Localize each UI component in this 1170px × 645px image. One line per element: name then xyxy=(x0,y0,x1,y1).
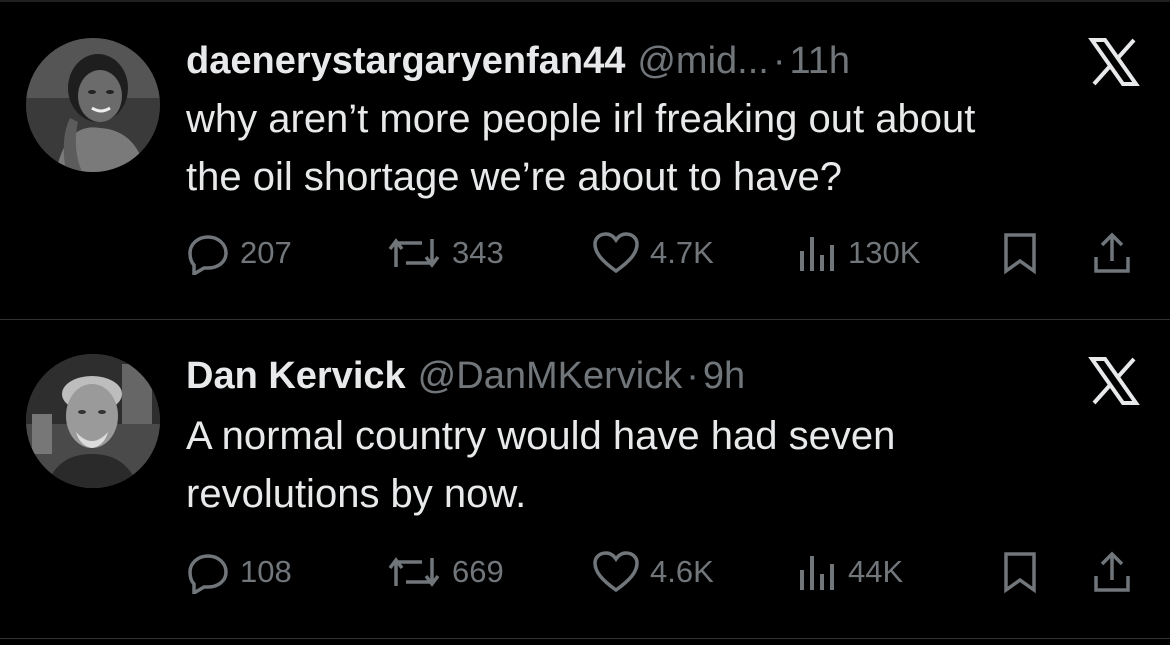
repost-button[interactable]: 669 xyxy=(386,550,504,594)
views-chart-icon xyxy=(800,237,834,271)
like-count: 4.6K xyxy=(650,554,714,589)
share-button[interactable] xyxy=(1090,231,1134,275)
display-name[interactable]: Dan Kervick xyxy=(186,355,406,397)
tweet-text: A normal country would have had seven re… xyxy=(186,414,896,516)
action-bar: 207 343 4.7K 130K xyxy=(186,231,1146,275)
bookmark-icon xyxy=(1004,233,1036,275)
bookmark-button[interactable] xyxy=(998,550,1042,594)
reply-count: 207 xyxy=(240,235,292,270)
like-button[interactable]: 4.7K xyxy=(592,231,714,275)
x-logo-icon xyxy=(1088,357,1140,405)
tweet-divider xyxy=(0,319,1170,320)
like-button[interactable]: 4.6K xyxy=(592,550,714,594)
share-icon xyxy=(1094,232,1130,273)
tweet-header: Dan Kervick @DanMKervick · 9h xyxy=(186,349,745,403)
repost-icon xyxy=(388,238,440,268)
repost-count: 669 xyxy=(452,554,504,589)
views-count: 44K xyxy=(848,554,904,589)
reply-icon xyxy=(188,235,228,275)
bookmark-icon xyxy=(1004,552,1036,594)
user-handle[interactable]: @DanMKervick xyxy=(418,355,683,397)
action-bar: 108 669 4.6K 44K xyxy=(186,550,1146,594)
separator-dot: · xyxy=(686,355,699,397)
avatar-photo xyxy=(26,38,160,172)
repost-count: 343 xyxy=(452,235,504,270)
tweet-card[interactable]: Dan Kervick @DanMKervick · 9h A normal coun… xyxy=(0,321,1170,639)
avatar[interactable] xyxy=(26,38,160,172)
share-button[interactable] xyxy=(1090,550,1134,594)
heart-icon xyxy=(593,551,639,593)
views-chart-icon xyxy=(800,556,834,590)
timestamp[interactable]: 11h xyxy=(789,40,850,82)
timestamp[interactable]: 9h xyxy=(703,355,745,397)
x-logo-icon xyxy=(1088,38,1140,86)
repost-button[interactable]: 343 xyxy=(386,231,504,275)
reply-button[interactable]: 108 xyxy=(186,550,292,594)
tweet-card[interactable]: daenerystargaryenfan44 @mid... · 11h why ar… xyxy=(0,2,1170,320)
reply-count: 108 xyxy=(240,554,292,589)
reply-button[interactable]: 207 xyxy=(186,231,292,275)
bookmark-button[interactable] xyxy=(998,231,1042,275)
heart-icon xyxy=(593,232,639,274)
like-count: 4.7K xyxy=(650,235,714,270)
tweet-divider xyxy=(0,638,1170,639)
avatar-photo xyxy=(26,354,160,488)
display-name[interactable]: daenerystargaryenfan44 xyxy=(186,40,625,82)
views-button[interactable]: 44K xyxy=(794,550,903,594)
avatar[interactable] xyxy=(26,354,160,488)
repost-icon xyxy=(388,557,440,587)
separator-dot: · xyxy=(772,40,786,82)
user-handle[interactable]: @mid... xyxy=(637,40,768,82)
views-button[interactable]: 130K xyxy=(794,231,920,275)
views-count: 130K xyxy=(848,235,921,270)
tweet-header: daenerystargaryenfan44 @mid... · 11h xyxy=(186,34,850,88)
tweet-text: why aren’t more people irl freaking out … xyxy=(186,97,976,199)
reply-icon xyxy=(188,554,228,594)
share-icon xyxy=(1094,551,1130,592)
